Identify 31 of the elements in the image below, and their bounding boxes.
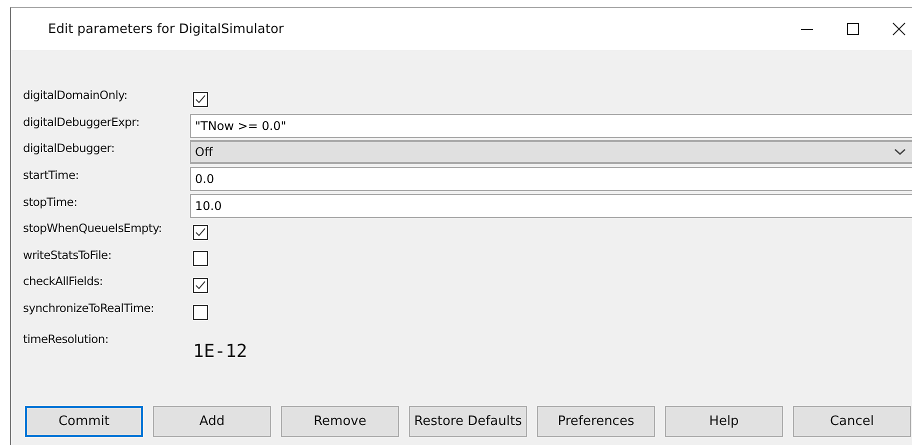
parameter-label: checkAllFields: <box>23 274 104 288</box>
text-field[interactable]: 0.0 <box>190 167 912 192</box>
checkbox[interactable] <box>193 92 208 107</box>
dialog-button[interactable]: Remove <box>281 406 399 437</box>
parameter-label: timeResolution: <box>23 332 110 346</box>
checkbox[interactable] <box>193 304 208 320</box>
parameter-label: stopTime: <box>23 194 78 209</box>
text-field[interactable]: 10.0 <box>190 194 912 218</box>
parameter-label: writeStatsToFile: <box>23 248 112 262</box>
dialog-button[interactable]: Add <box>153 406 271 437</box>
dialog-button[interactable]: Restore Defaults <box>409 406 527 437</box>
checkbox[interactable] <box>193 251 208 266</box>
parameter-label: digitalDebugger: <box>23 141 116 156</box>
dropdown[interactable]: Off <box>190 140 912 164</box>
parameter-label: stopWhenQueueIsEmpty: <box>23 221 163 236</box>
dialog-button[interactable]: Help <box>665 406 783 437</box>
window-title: Edit parameters for DigitalSimulator <box>48 22 284 36</box>
checkbox[interactable] <box>193 278 208 293</box>
checkbox[interactable] <box>193 224 208 240</box>
parameter-label: startTime: <box>23 168 80 182</box>
dialog-button[interactable]: Cancel <box>793 406 911 437</box>
dialog-button[interactable]: Preferences <box>537 406 655 437</box>
dialog-button[interactable]: Commit <box>25 406 143 437</box>
parameter-label: synchronizeToRealTime: <box>23 301 156 316</box>
close-icon[interactable] <box>892 22 906 36</box>
text-field[interactable]: "TNow >= 0.0" <box>190 114 912 138</box>
parameter-label: digitalDomainOnly: <box>23 88 128 102</box>
maximize-icon[interactable] <box>846 22 860 36</box>
parameter-label: digitalDebuggerExpr: <box>23 114 140 129</box>
value-text: 1E-12 <box>193 340 248 362</box>
chevron-icon <box>894 148 906 156</box>
